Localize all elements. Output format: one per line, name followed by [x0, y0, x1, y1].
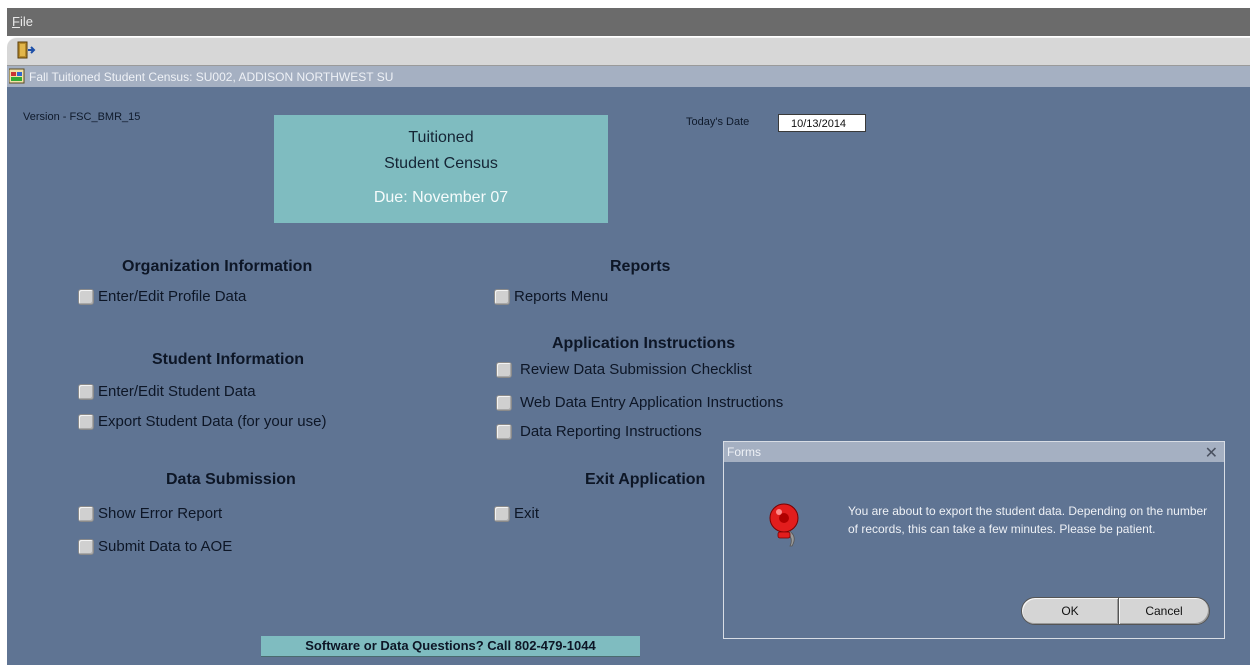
- option-export-student[interactable]: Export Student Data (for your use): [78, 413, 326, 430]
- menu-file[interactable]: File: [12, 14, 33, 29]
- form-title-bar: Fall Tuitioned Student Census: SU002, AD…: [7, 66, 1250, 87]
- checkbox[interactable]: [496, 394, 512, 411]
- form-window-icon: [9, 68, 25, 84]
- ok-button[interactable]: OK: [1021, 597, 1119, 625]
- title-banner: Tuitioned Student Census Due: November 0…: [274, 115, 608, 223]
- banner-line-1: Tuitioned: [408, 129, 474, 146]
- option-web-entry-instructions[interactable]: Web Data Entry Application Instructions: [496, 394, 783, 411]
- window-title: Fall Tuitioned Student Census: SU002, AD…: [29, 70, 394, 84]
- section-submission-title: Data Submission: [166, 471, 296, 488]
- option-label: Review Data Submission Checklist: [520, 361, 752, 378]
- dialog-message: You are about to export the student data…: [848, 504, 1208, 536]
- due-date: Due: November 07: [373, 189, 509, 206]
- option-label: Export Student Data (for your use): [98, 413, 327, 430]
- option-label: Show Error Report: [98, 505, 223, 522]
- checkbox[interactable]: [78, 383, 94, 400]
- close-icon[interactable]: ✕: [1205, 443, 1218, 463]
- forms-dialog: Forms ✕ You are about to export the stud…: [723, 441, 1225, 639]
- option-show-error-report[interactable]: Show Error Report: [78, 505, 222, 522]
- version-label: Version - FSC_BMR_15: [23, 111, 141, 123]
- support-footer: Software or Data Questions? Call 802-479…: [261, 636, 640, 657]
- option-label: Enter/Edit Student Data: [98, 383, 256, 400]
- checkbox[interactable]: [496, 361, 512, 378]
- checkbox[interactable]: [494, 288, 510, 305]
- checkbox[interactable]: [78, 505, 94, 522]
- option-label: Reports Menu: [514, 288, 609, 305]
- section-org-title: Organization Information: [122, 258, 313, 275]
- todays-date-field[interactable]: 10/13/2014: [778, 114, 866, 132]
- toolbar: [7, 37, 1250, 66]
- alarm-bell-icon: [769, 503, 799, 547]
- option-review-checklist[interactable]: Review Data Submission Checklist: [496, 361, 752, 378]
- section-student-title: Student Information: [152, 351, 304, 368]
- banner-line-2: Student Census: [384, 155, 498, 172]
- dialog-title-bar[interactable]: Forms ✕: [724, 442, 1224, 462]
- option-enter-edit-profile[interactable]: Enter/Edit Profile Data: [78, 288, 246, 305]
- option-exit[interactable]: Exit: [494, 505, 539, 522]
- option-label: Web Data Entry Application Instructions: [520, 394, 784, 411]
- menu-bar: File: [7, 8, 1250, 36]
- option-label: Enter/Edit Profile Data: [98, 288, 247, 305]
- option-data-reporting-instructions[interactable]: Data Reporting Instructions: [496, 423, 702, 440]
- todays-date-label: Today's Date: [686, 116, 750, 128]
- option-label: Submit Data to AOE: [98, 538, 233, 555]
- option-label: Data Reporting Instructions: [520, 423, 702, 440]
- exit-door-icon[interactable]: [16, 41, 36, 59]
- option-label: Exit: [514, 505, 540, 522]
- option-reports-menu[interactable]: Reports Menu: [494, 288, 608, 305]
- checkbox[interactable]: [78, 288, 94, 305]
- screen-top-edge: [0, 0, 1250, 8]
- checkbox[interactable]: [78, 538, 94, 555]
- option-submit-data[interactable]: Submit Data to AOE: [78, 538, 232, 555]
- checkbox[interactable]: [496, 423, 512, 440]
- checkbox[interactable]: [78, 413, 94, 430]
- option-enter-edit-student[interactable]: Enter/Edit Student Data: [78, 383, 256, 400]
- section-exit-title: Exit Application: [585, 471, 706, 488]
- section-reports-title: Reports: [610, 258, 671, 275]
- checkbox[interactable]: [494, 505, 510, 522]
- dialog-title: Forms: [727, 445, 761, 459]
- section-instructions-title: Application Instructions: [552, 335, 736, 352]
- cancel-button[interactable]: Cancel: [1118, 597, 1210, 625]
